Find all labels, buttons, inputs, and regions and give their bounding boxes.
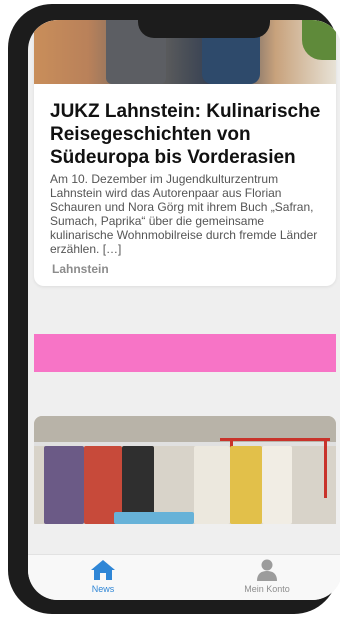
news-feed[interactable]: JUKZ Lahnstein: Kulinarische Reisegeschi… (28, 20, 340, 554)
article-excerpt: Am 10. Dezember im Jugendkulturzentrum L… (50, 172, 318, 256)
tab-mein-konto-label: Mein Konto (244, 584, 290, 594)
article-card[interactable]: JUKZ Lahnstein: Kulinarische Reisegeschi… (34, 20, 336, 286)
phone-frame: JUKZ Lahnstein: Kulinarische Reisegeschi… (8, 4, 340, 614)
article-title[interactable]: JUKZ Lahnstein: Kulinarische Reisegeschi… (50, 100, 326, 169)
article-card-image[interactable] (34, 416, 336, 524)
tab-mein-konto[interactable]: Mein Konto (232, 559, 302, 594)
tab-bar: News Mein Konto (28, 554, 340, 600)
ad-banner[interactable] (34, 334, 336, 372)
tab-news[interactable]: News (68, 559, 138, 594)
app-screen: JUKZ Lahnstein: Kulinarische Reisegeschi… (28, 20, 340, 600)
tab-news-label: News (91, 584, 115, 594)
device-notch (138, 20, 270, 38)
person-icon (257, 559, 277, 581)
home-icon (91, 560, 115, 580)
article-category-tag[interactable]: Lahnstein (52, 262, 109, 276)
